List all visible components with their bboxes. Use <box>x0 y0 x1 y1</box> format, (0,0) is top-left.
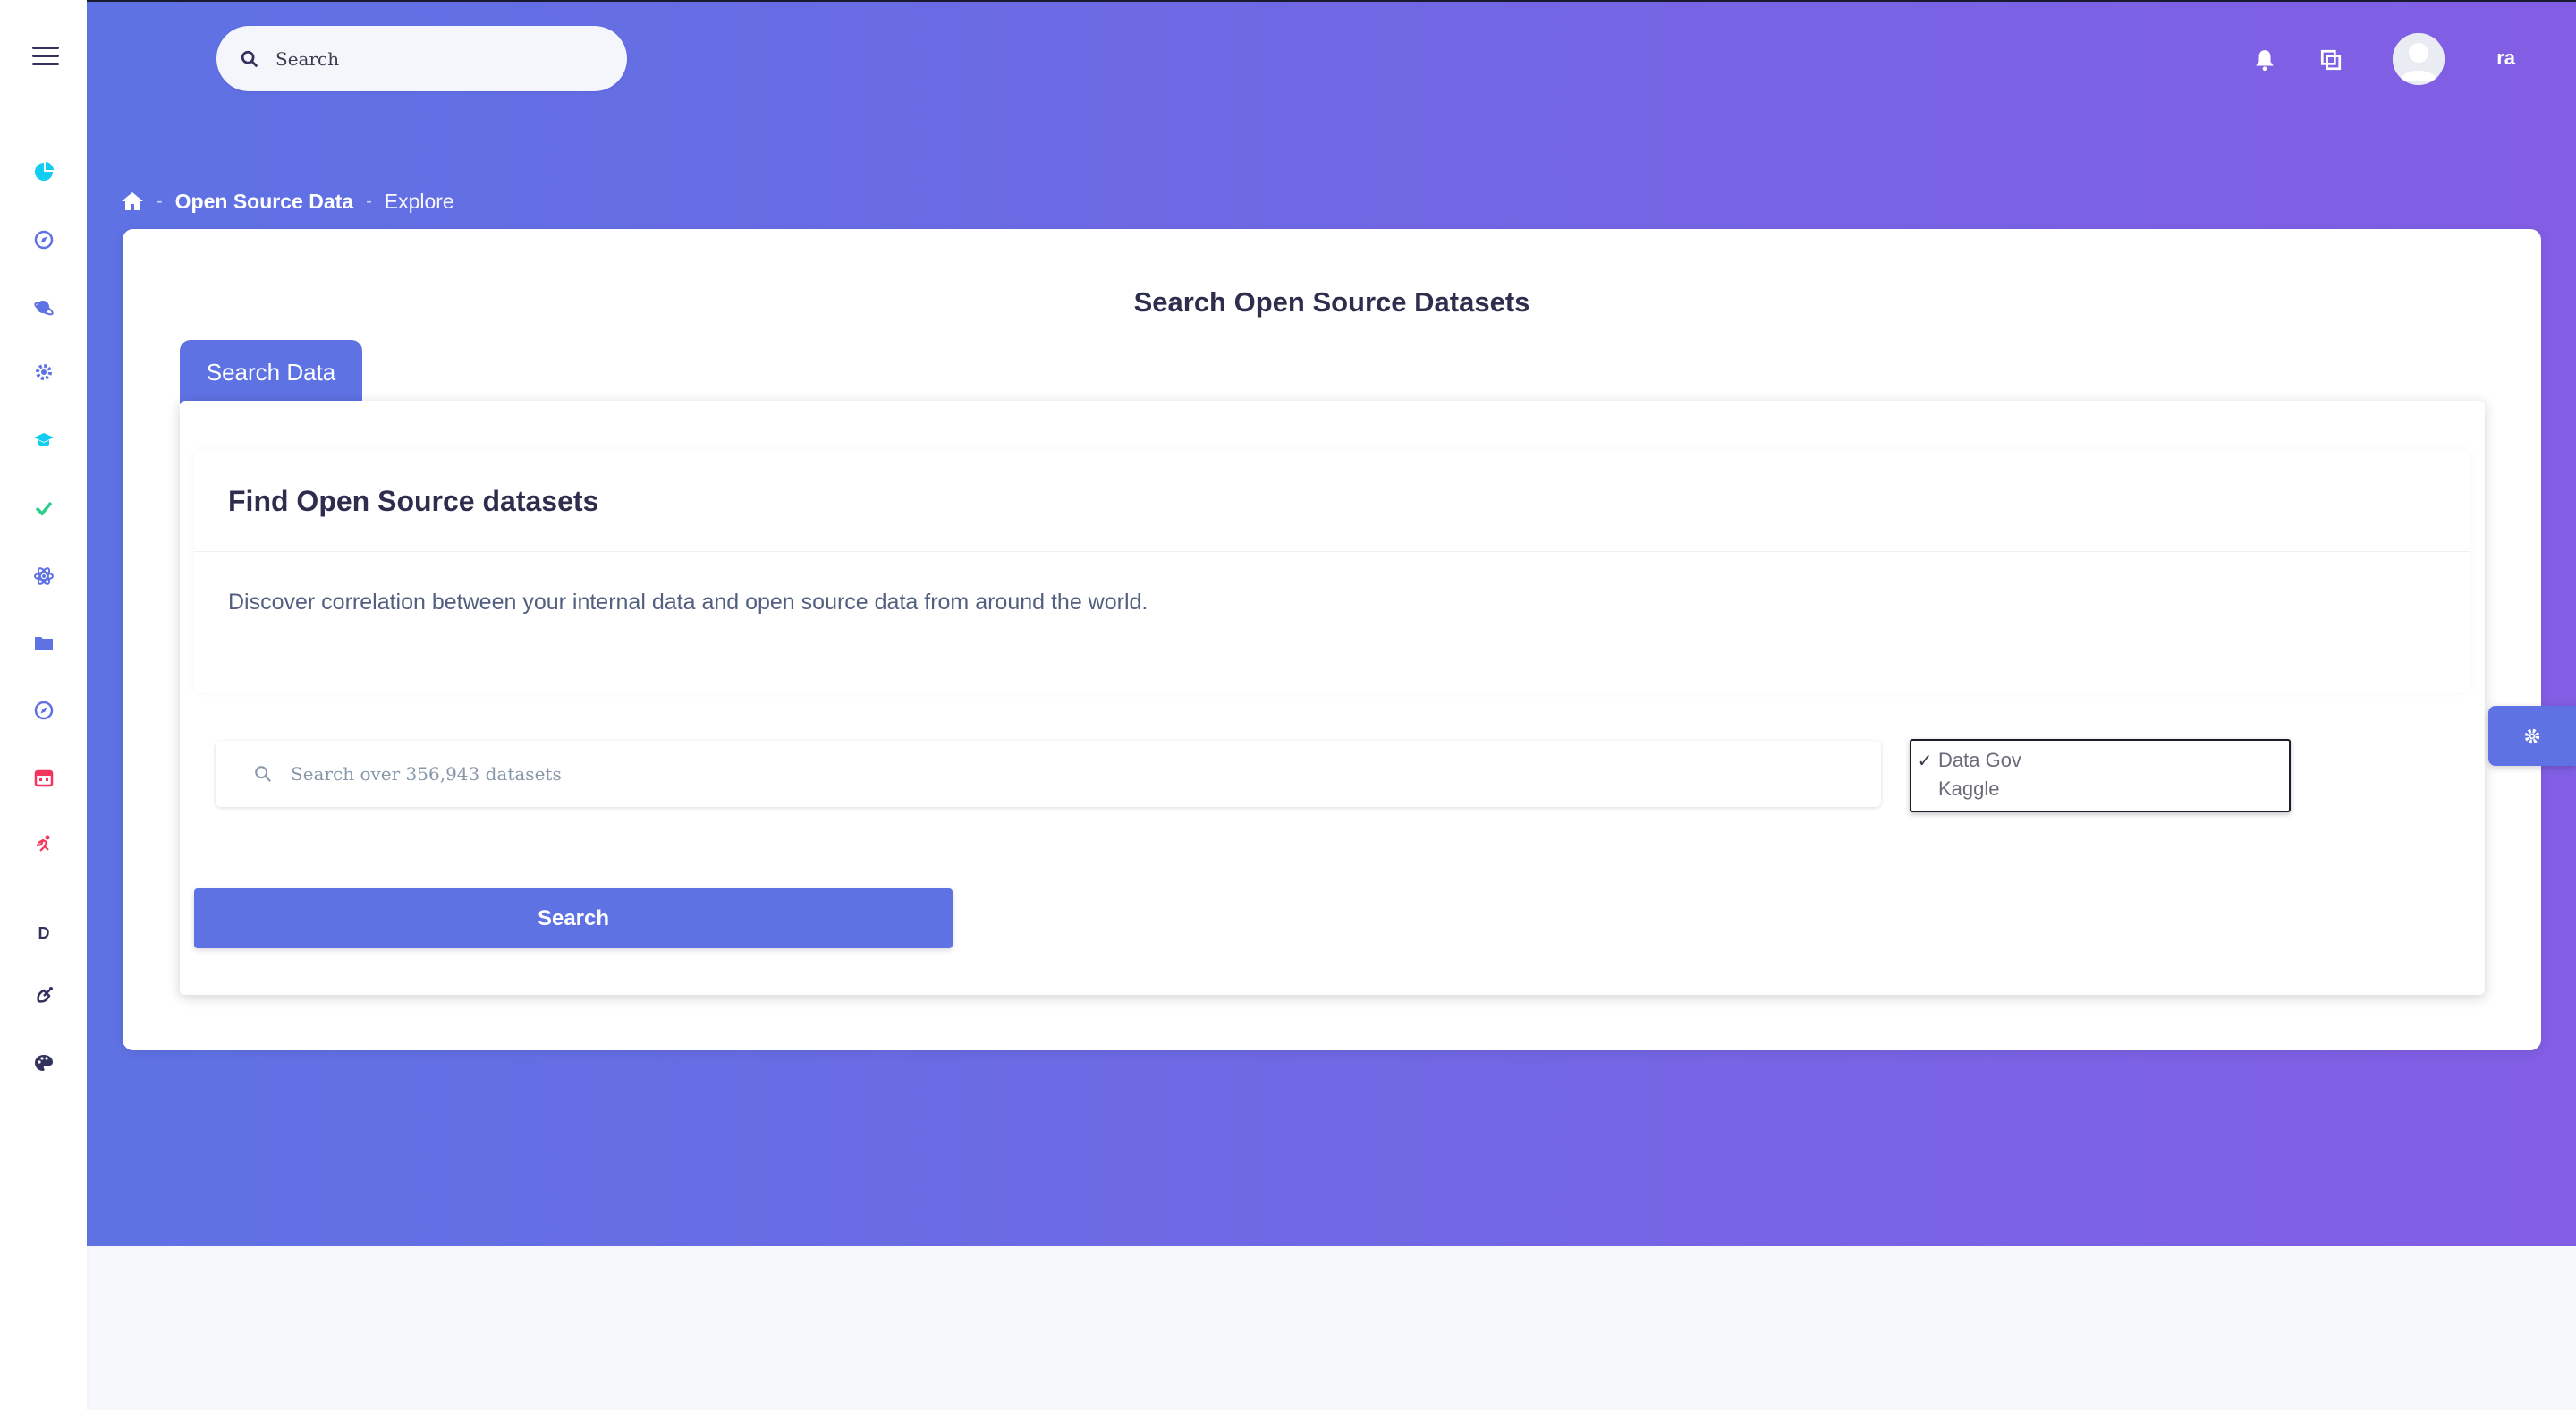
compass-icon[interactable] <box>30 225 58 254</box>
source-option-kaggle[interactable]: Kaggle <box>1911 775 2289 803</box>
atom-icon[interactable] <box>30 562 58 590</box>
top-search-bar[interactable] <box>216 26 627 91</box>
main-card: Search Open Source Datasets Search Data … <box>123 229 2541 1050</box>
check-icon[interactable] <box>30 494 58 522</box>
palette-icon[interactable] <box>30 1049 58 1077</box>
running-icon[interactable] <box>30 830 58 859</box>
menu-toggle-icon[interactable] <box>32 47 59 68</box>
search-icon <box>255 766 271 782</box>
compass-icon-2[interactable] <box>30 696 58 725</box>
search-button[interactable]: Search <box>194 888 953 948</box>
avatar[interactable] <box>2393 33 2445 85</box>
card-title: Find Open Source datasets <box>194 451 2470 552</box>
info-card: Find Open Source datasets Discover corre… <box>194 451 2470 692</box>
check-icon: ✓ <box>1917 751 1933 771</box>
source-option-label: Data Gov <box>1938 749 2021 771</box>
breadcrumb-open-source-data[interactable]: Open Source Data <box>175 190 353 214</box>
dataset-search-field[interactable] <box>216 741 1881 807</box>
gear-icon[interactable] <box>30 358 58 386</box>
satellite-icon[interactable] <box>30 981 58 1010</box>
bell-icon[interactable] <box>2250 45 2280 75</box>
sidebar: D <box>0 0 87 1410</box>
top-search-input[interactable] <box>275 47 597 70</box>
graduation-cap-icon[interactable] <box>30 426 58 454</box>
sidebar-item-d[interactable]: D <box>30 919 58 947</box>
breadcrumb-explore: Explore <box>384 189 454 213</box>
breadcrumb-separator: - <box>157 191 163 211</box>
source-select[interactable]: ✓ Data Gov Kaggle <box>1910 739 2291 812</box>
calendar-icon[interactable] <box>30 763 58 792</box>
folder-icon[interactable] <box>30 629 58 658</box>
source-option-label: Kaggle <box>1938 777 2000 800</box>
page-title: Search Open Source Datasets <box>1133 286 1530 318</box>
tab-search-data[interactable]: Search Data <box>180 340 362 404</box>
source-option-data-gov[interactable]: ✓ Data Gov <box>1911 746 2289 775</box>
pie-chart-icon[interactable] <box>30 157 58 186</box>
gear-icon <box>2524 728 2540 743</box>
dataset-search-input[interactable] <box>291 763 1811 785</box>
search-icon <box>241 50 258 67</box>
card-description: Discover correlation between your intern… <box>228 590 1148 615</box>
planet-icon[interactable] <box>30 293 58 322</box>
settings-fixed-button[interactable] <box>2488 706 2576 766</box>
breadcrumb-separator: - <box>366 191 372 211</box>
search-data-panel: Find Open Source datasets Discover corre… <box>180 401 2485 995</box>
breadcrumb: - Open Source Data - Explore <box>121 185 454 217</box>
user-name[interactable]: ra <box>2496 47 2515 70</box>
home-icon[interactable] <box>121 191 144 212</box>
windows-icon[interactable] <box>2316 45 2346 75</box>
